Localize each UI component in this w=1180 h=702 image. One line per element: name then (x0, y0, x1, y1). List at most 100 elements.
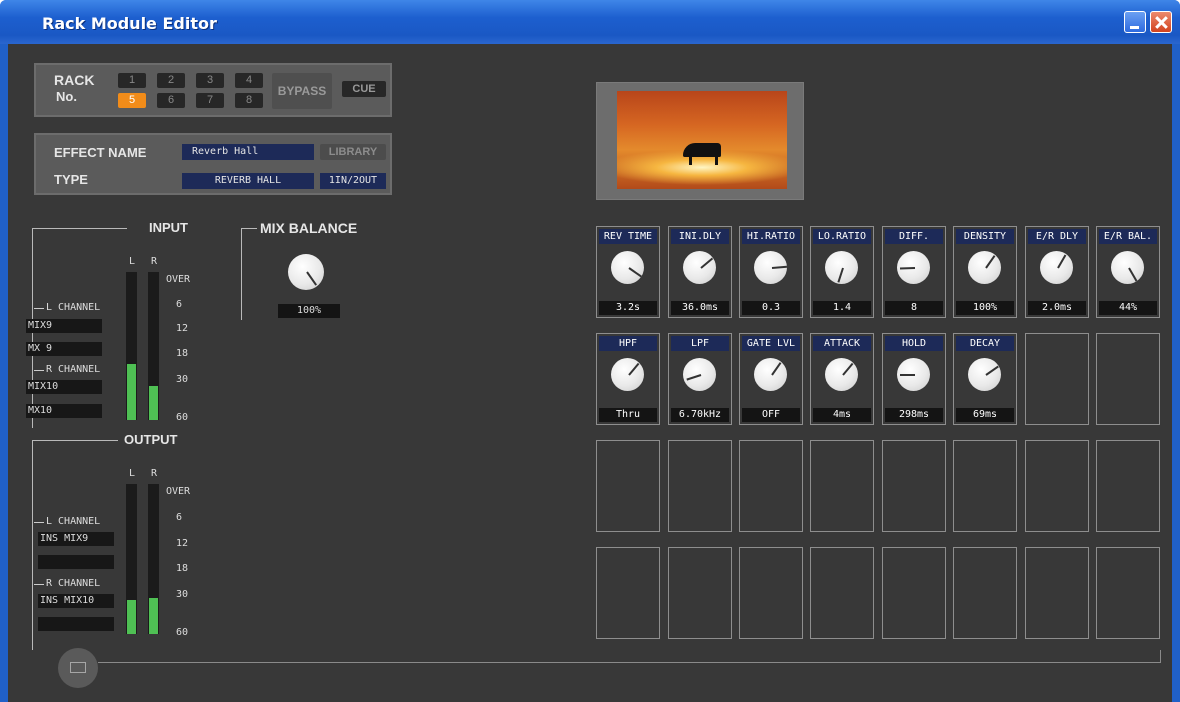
param-value: 298ms (885, 408, 943, 422)
param-value: 2.0ms (1028, 301, 1086, 315)
param-knob-indicator (1056, 254, 1066, 268)
param-tile: ATTACK 4ms (810, 333, 874, 425)
param-value: Thru (599, 408, 657, 422)
rack-button-5[interactable]: 5 (118, 93, 146, 108)
close-button[interactable] (1150, 11, 1172, 33)
rack-button-4[interactable]: 4 (235, 73, 263, 88)
input-r-channel-port[interactable]: MX10 (26, 404, 102, 418)
empty-param-slot (1025, 333, 1089, 425)
param-knob[interactable] (1040, 251, 1073, 284)
input-r-channel-source[interactable]: MIX10 (26, 380, 102, 394)
output-r-channel-dest[interactable]: INS MIX10 (38, 594, 114, 608)
param-name: INI.DLY (671, 229, 729, 244)
effect-image-frame (596, 82, 804, 200)
rack-button-7[interactable]: 7 (196, 93, 224, 108)
param-name: REV TIME (599, 229, 657, 244)
param-knob-indicator (841, 362, 853, 376)
output-r-channel-label: R CHANNEL (46, 578, 101, 589)
input-section-title: INPUT (149, 220, 188, 235)
mix-balance-knob-indicator (306, 271, 318, 286)
param-knob-indicator (627, 362, 639, 376)
input-meter-r (148, 272, 159, 420)
empty-param-slot (668, 547, 732, 639)
rack-button-1[interactable]: 1 (118, 73, 146, 88)
piano-leg-right (715, 155, 718, 165)
param-knob[interactable] (611, 358, 644, 391)
empty-param-slot (1025, 547, 1089, 639)
param-knob[interactable] (897, 358, 930, 391)
rack-button-8[interactable]: 8 (235, 93, 263, 108)
param-knob[interactable] (825, 251, 858, 284)
output-meter-l (126, 484, 137, 634)
mix-balance-knob[interactable] (288, 254, 324, 290)
piano-leg-left (689, 155, 692, 165)
empty-param-slot (739, 440, 803, 532)
param-knob-indicator (627, 266, 642, 277)
effect-name-field[interactable]: Reverb Hall (182, 144, 314, 160)
input-r-label: R (151, 256, 158, 267)
input-meter-r-fill (149, 385, 158, 420)
param-value: 69ms (956, 408, 1014, 422)
empty-param-slot (1096, 547, 1160, 639)
bypass-button[interactable]: BYPASS (272, 73, 332, 109)
param-knob[interactable] (754, 358, 787, 391)
param-knob[interactable] (825, 358, 858, 391)
output-r-label: R (151, 468, 158, 479)
rack-button-3[interactable]: 3 (196, 73, 224, 88)
editor-client-area: RACK No. 1 2 3 4 5 6 7 8 BYPASS CUE EFFE… (8, 44, 1172, 702)
input-meter-l (126, 272, 137, 420)
param-knob[interactable] (968, 251, 1001, 284)
param-tile: HPF Thru (596, 333, 660, 425)
param-value: 8 (885, 301, 943, 315)
effect-image-piano-sunset (617, 91, 787, 189)
mix-balance-value: 100% (278, 304, 340, 318)
param-knob[interactable] (683, 251, 716, 284)
empty-param-slot (953, 440, 1017, 532)
input-scale-12: 12 (176, 323, 189, 334)
rack-button-2[interactable]: 2 (157, 73, 185, 88)
output-l-channel-dest[interactable]: INS MIX9 (38, 532, 114, 546)
param-name: LPF (671, 336, 729, 351)
title-bar[interactable]: Rack Module Editor (0, 0, 1180, 44)
empty-param-slot (739, 547, 803, 639)
rack-label: RACK (54, 72, 95, 88)
output-scale-12: 12 (176, 538, 189, 549)
param-knob[interactable] (897, 251, 930, 284)
horizontal-scroll-track[interactable] (98, 662, 1160, 663)
param-knob-indicator (836, 267, 844, 282)
param-knob[interactable] (968, 358, 1001, 391)
empty-param-slot (953, 547, 1017, 639)
param-value: 6.70kHz (671, 408, 729, 422)
keyboard-scroll-button[interactable] (58, 648, 98, 688)
input-scale-18: 18 (176, 348, 189, 359)
input-l-channel-label: L CHANNEL (46, 302, 101, 313)
input-scale-over: OVER (166, 274, 191, 285)
empty-param-slot (810, 440, 874, 532)
input-r-channel-tick (34, 370, 44, 371)
param-knob[interactable] (1111, 251, 1144, 284)
library-button[interactable]: LIBRARY (320, 144, 386, 160)
effect-type-field: REVERB HALL (182, 173, 314, 189)
param-value: 36.0ms (671, 301, 729, 315)
output-meter-r (148, 484, 159, 634)
param-name: HI.RATIO (742, 229, 800, 244)
output-r-channel-port[interactable] (38, 617, 114, 631)
output-scale-60: 60 (176, 627, 189, 638)
empty-param-slot (1096, 440, 1160, 532)
param-knob[interactable] (683, 358, 716, 391)
param-name: DECAY (956, 336, 1014, 351)
param-knob[interactable] (611, 251, 644, 284)
param-knob-indicator (899, 266, 915, 270)
rack-no-label: No. (56, 89, 77, 104)
cue-button[interactable]: CUE (342, 81, 386, 97)
output-l-channel-port[interactable] (38, 555, 114, 569)
effect-name-label: EFFECT NAME (54, 145, 147, 160)
input-l-channel-source[interactable]: MIX9 (26, 319, 102, 333)
input-l-channel-port[interactable]: MX 9 (26, 342, 102, 356)
output-meter-l-fill (127, 599, 136, 634)
rack-button-6[interactable]: 6 (157, 93, 185, 108)
param-name: DIFF. (885, 229, 943, 244)
minimize-button[interactable] (1124, 11, 1146, 33)
param-knob[interactable] (754, 251, 787, 284)
param-tile: DECAY 69ms (953, 333, 1017, 425)
